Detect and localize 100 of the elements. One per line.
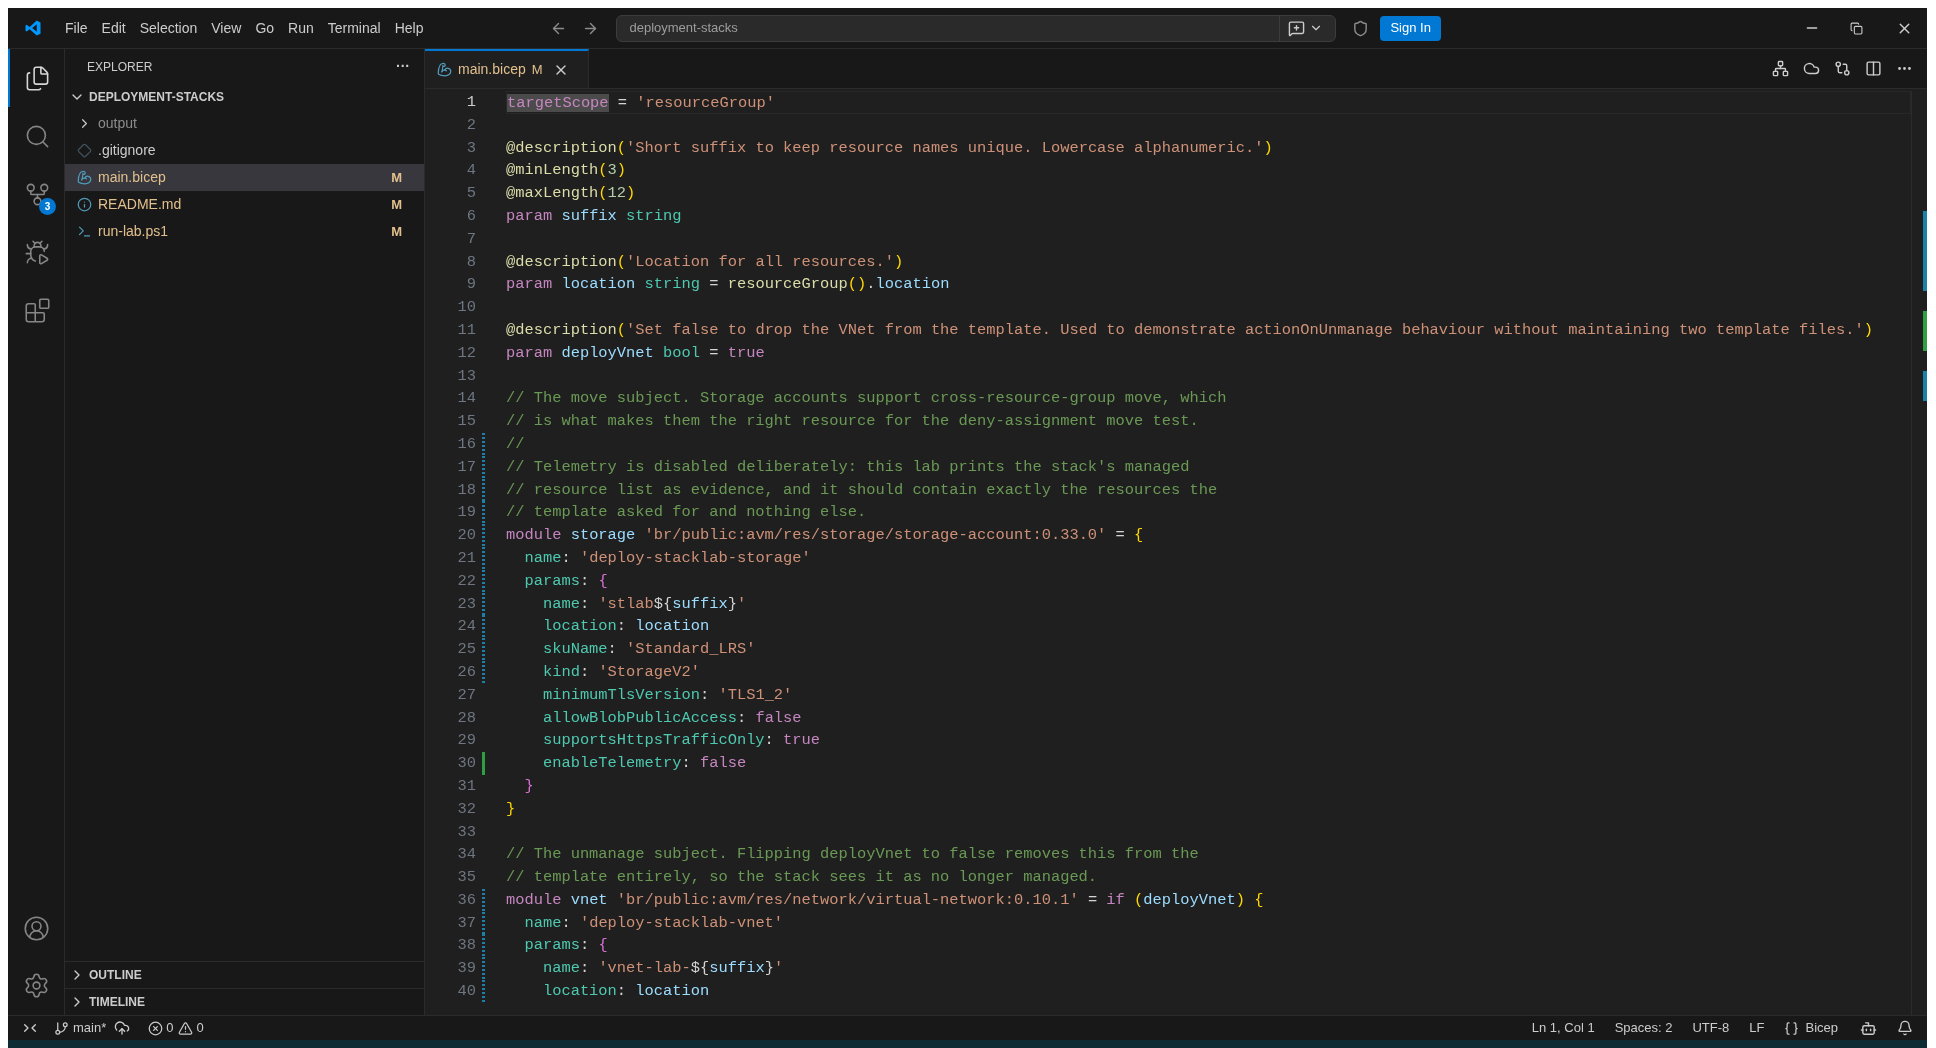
code-line: name: 'vnet-lab-${suffix}' xyxy=(541,958,785,980)
folder-header[interactable]: DEPLOYMENT-STACKS xyxy=(65,84,424,110)
more-actions[interactable]: ··· xyxy=(396,56,410,77)
code-line: // Telemetry is disabled deliberately: this lab prints the stack's managed xyxy=(506,456,1191,478)
line-number: 4 xyxy=(465,160,476,182)
line-number: 12 xyxy=(456,342,476,364)
terminal-icon xyxy=(77,224,92,239)
line-number: 2 xyxy=(465,114,476,136)
code-line: // resource list as evidence, and it should contain exactly the resources the xyxy=(506,479,1219,501)
explorer-entry[interactable]: main.bicep M xyxy=(65,164,424,191)
blocks-icon xyxy=(23,296,51,324)
shield-icon[interactable] xyxy=(1352,19,1370,37)
editor-tab[interactable]: main.bicep M xyxy=(425,49,589,88)
code-line: @description('Short suffix to keep resource names unique. Lowercase alphanumeric.') xyxy=(506,137,1274,159)
code-line: // xyxy=(506,433,526,455)
sync-icon[interactable] xyxy=(114,1020,131,1036)
line-number: 36 xyxy=(456,889,476,911)
code-line: param location string = resourceGroup().location xyxy=(506,274,951,296)
explorer-entry[interactable]: .gitignore xyxy=(65,137,424,164)
line-number: 16 xyxy=(456,433,476,455)
line-number: 30 xyxy=(456,753,476,775)
compare-icon[interactable] xyxy=(1834,60,1851,77)
copilot-icon[interactable] xyxy=(1860,1019,1877,1037)
account-icon[interactable] xyxy=(22,915,50,942)
warning-count[interactable]: 0 xyxy=(196,1018,204,1038)
vscode-logo-icon xyxy=(24,19,42,37)
line-number: 33 xyxy=(456,821,476,843)
code-line: minimumTlsVersion: 'TLS1_2' xyxy=(541,684,794,706)
menu-item[interactable]: Selection xyxy=(132,14,205,42)
command-center[interactable]: deployment-stacks xyxy=(616,14,1337,42)
code-line: // The move subject. Storage accounts support cross-resource-group move, which xyxy=(506,388,1228,410)
status-item[interactable]: Ln 1, Col 1 xyxy=(1531,1018,1595,1038)
code-line: // is what makes them the right resource for the deny-assignment move test. xyxy=(506,411,1200,433)
git-status: M xyxy=(391,195,402,214)
branch-name[interactable]: main* xyxy=(73,1018,107,1038)
code-line: kind: 'StorageV2' xyxy=(541,661,701,683)
status-item[interactable]: LF xyxy=(1749,1018,1765,1038)
error-count[interactable]: 0 xyxy=(166,1018,174,1038)
error-icon[interactable] xyxy=(148,1020,164,1036)
code-line: } xyxy=(523,775,535,797)
line-number: 26 xyxy=(456,661,476,683)
code-line: // template asked for and nothing else. xyxy=(506,502,868,524)
line-number: 15 xyxy=(456,411,476,433)
code-line: } xyxy=(506,798,517,820)
menu-item[interactable]: Edit xyxy=(94,14,133,42)
code-line: params: { xyxy=(523,570,609,592)
language-mode[interactable]: Bicep xyxy=(1784,1018,1838,1038)
menu-item[interactable]: Go xyxy=(248,14,282,42)
explorer-entry[interactable]: run-lab.ps1 M xyxy=(65,218,424,245)
code-line: location: location xyxy=(541,616,711,638)
line-number: 28 xyxy=(456,707,476,729)
chat-icon[interactable] xyxy=(1288,19,1306,37)
line-number: 14 xyxy=(456,388,476,410)
code-line: module storage 'br/public:avm/res/storage/storage-account:0.33.0' = { xyxy=(506,525,1145,547)
code-line: @minLength(3) xyxy=(506,160,628,182)
git-status: M xyxy=(391,222,402,241)
line-number: 5 xyxy=(465,183,476,205)
line-number: 13 xyxy=(456,365,476,387)
warning-icon[interactable] xyxy=(178,1020,194,1036)
activity-bar-item[interactable]: 3 xyxy=(8,165,64,223)
code-line: @description('Location for all resources.') xyxy=(506,251,905,273)
branch-icon[interactable] xyxy=(54,1020,69,1036)
code-line: // The unmanage subject. Flipping deployVnet to false removes this from the xyxy=(506,844,1200,866)
hierarchy-icon[interactable] xyxy=(1772,60,1789,77)
code-line: @description('Set false to drop the VNet from the template. Used to demonstrate actionOnUnmanage behaviour without maintaining two template files.') xyxy=(506,319,1874,341)
explorer-entry[interactable]: output xyxy=(65,110,424,137)
menu-item[interactable]: File xyxy=(58,14,95,42)
notifications-icon[interactable] xyxy=(1897,1020,1913,1036)
line-number: 6 xyxy=(465,206,476,227)
line-number: 19 xyxy=(456,502,476,524)
line-number: 34 xyxy=(456,844,476,866)
git-status: M xyxy=(391,168,402,187)
cloud-icon[interactable] xyxy=(1803,60,1820,77)
code-line: @maxLength(12) xyxy=(506,183,637,205)
status-item[interactable]: UTF-8 xyxy=(1692,1018,1730,1038)
code-line: name: 'deploy-stacklab-vnet' xyxy=(523,912,785,934)
code-line: enableTelemetry: false xyxy=(541,753,748,775)
sign-in-button[interactable]: Sign In xyxy=(1380,15,1441,41)
restore-icon[interactable] xyxy=(1850,21,1863,35)
line-number: 18 xyxy=(456,479,476,501)
sidebar-title: EXPLORER xyxy=(87,58,154,76)
menu-item[interactable]: Help xyxy=(387,14,431,42)
menu-item[interactable]: Run xyxy=(281,14,321,42)
split-editor-icon[interactable] xyxy=(1865,60,1882,77)
line-number: 39 xyxy=(456,958,476,980)
section-header[interactable]: OUTLINE xyxy=(65,961,424,988)
line-number: 11 xyxy=(456,319,476,341)
line-number: 8 xyxy=(465,251,476,273)
biceps-icon xyxy=(437,62,452,77)
menu-item[interactable]: Terminal xyxy=(320,14,388,42)
line-number: 27 xyxy=(456,684,476,706)
line-number: 23 xyxy=(456,593,476,615)
status-item[interactable]: Spaces: 2 xyxy=(1614,1018,1673,1038)
code-line: name: 'deploy-stacklab-storage' xyxy=(523,547,812,569)
line-number: 31 xyxy=(456,775,476,797)
line-number: 21 xyxy=(456,547,476,569)
code-line: param deployVnet bool = true xyxy=(506,342,766,364)
code-line: module vnet 'br/public:avm/res/network/virtual-network:0.10.1' = if (deployVnet) { xyxy=(506,889,1265,911)
explorer-entry[interactable]: README.md M xyxy=(65,191,424,218)
menu-item[interactable]: View xyxy=(204,14,249,42)
